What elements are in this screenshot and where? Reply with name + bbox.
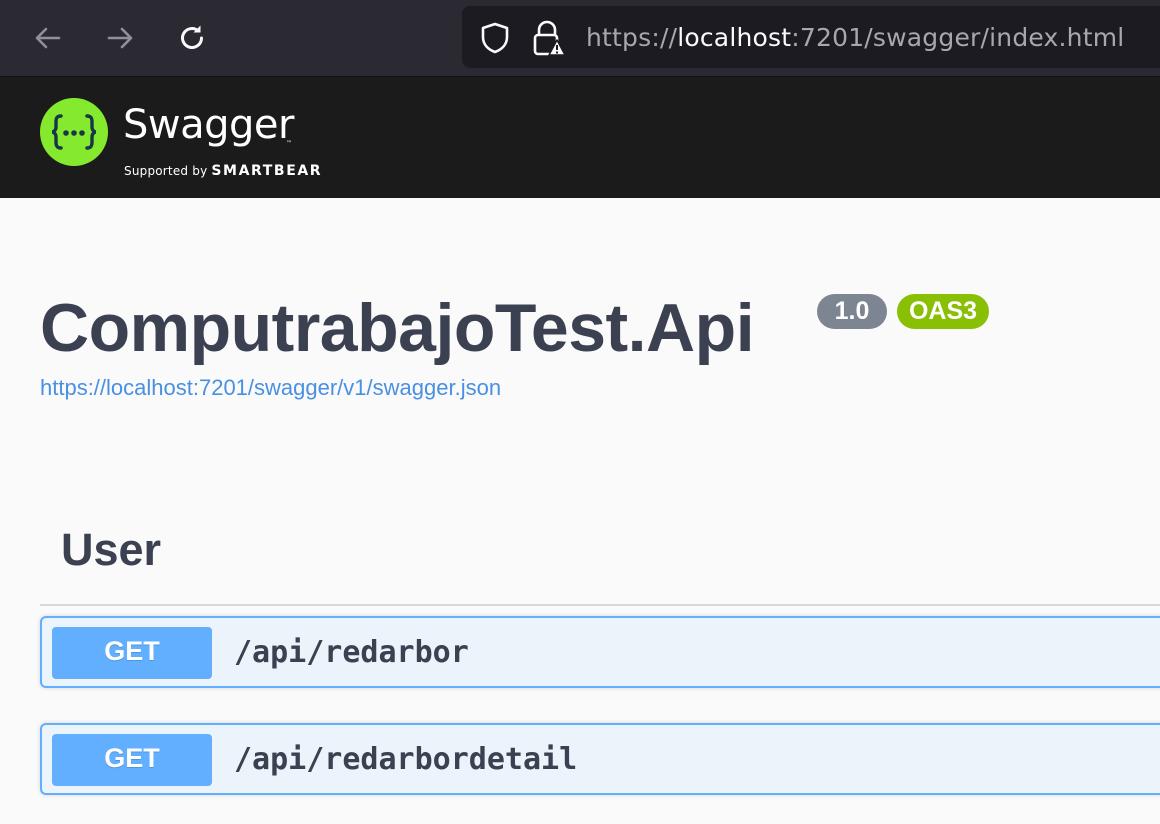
- address-bar[interactable]: https://localhost:7201/swagger/index.htm…: [462, 6, 1160, 68]
- swagger-logo-icon[interactable]: [40, 98, 108, 166]
- tag-name: User: [61, 524, 162, 575]
- curly-braces-icon: [51, 114, 97, 150]
- lock-warning-icon[interactable]: [530, 19, 566, 57]
- supported-by-text: Supported by SMARTBEAR: [124, 162, 322, 180]
- method-badge: GET: [52, 627, 212, 679]
- method-badge: GET: [52, 734, 212, 786]
- browser-toolbar: https://localhost:7201/swagger/index.htm…: [0, 0, 1160, 77]
- arrow-left-icon: [35, 27, 61, 49]
- swagger-wordmark[interactable]: Swagger: [123, 103, 294, 147]
- version-badge: 1.0: [817, 294, 887, 329]
- url-text[interactable]: https://localhost:7201/swagger/index.htm…: [586, 23, 1124, 53]
- arrow-right-icon: [107, 27, 133, 49]
- api-title: ComputrabajoTest.Api: [40, 290, 755, 366]
- forward-button[interactable]: [96, 14, 144, 62]
- operation-get-redarbor[interactable]: GET /api/redarbor: [40, 616, 1160, 688]
- smartbear-wordmark: SMARTBEAR: [211, 163, 323, 179]
- url-host: localhost: [677, 23, 792, 52]
- tag-header-user[interactable]: User: [40, 516, 1160, 606]
- back-button[interactable]: [24, 14, 72, 62]
- supported-by-label: Supported by: [124, 164, 208, 178]
- reload-icon: [181, 25, 203, 49]
- url-scheme: https://: [586, 23, 678, 52]
- url-path: :7201/swagger/index.html: [791, 23, 1125, 52]
- spec-json-link[interactable]: https://localhost:7201/swagger/v1/swagge…: [40, 375, 501, 401]
- trademark-symbol: ™: [286, 140, 292, 147]
- operation-path: /api/redarbordetail: [234, 742, 578, 777]
- operation-path: /api/redarbor: [234, 635, 469, 670]
- oas-badge: OAS3: [897, 294, 989, 329]
- operation-get-redarbordetail[interactable]: GET /api/redarbordetail: [40, 723, 1160, 795]
- swagger-topbar: Swagger ™ Supported by SMARTBEAR: [0, 77, 1160, 198]
- reload-button[interactable]: [168, 14, 216, 62]
- tracking-protection-shield-icon[interactable]: [478, 21, 512, 55]
